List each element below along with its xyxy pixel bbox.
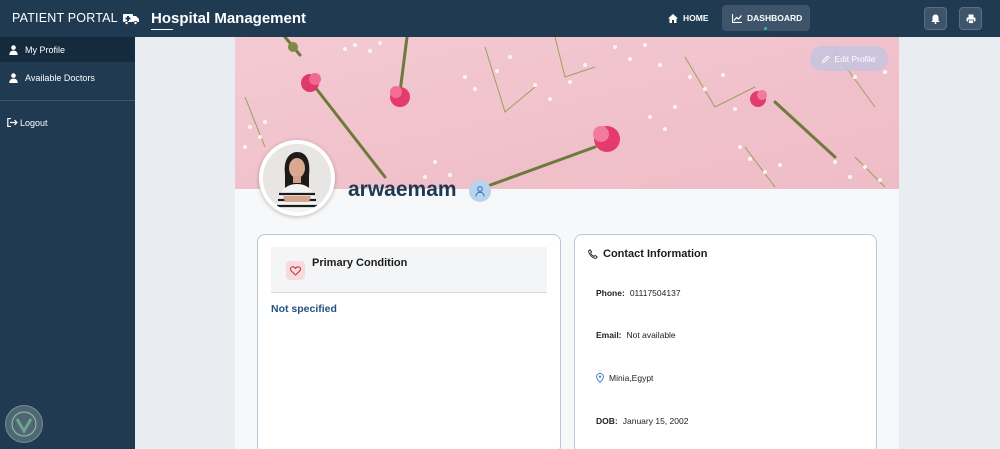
print-button[interactable] [959,7,982,30]
dob-row: DOB: January 15, 2002 [596,416,688,426]
edit-profile-label: Edit Profile [834,53,876,64]
heart-icon-box [286,261,305,280]
sidebar-divider [0,100,135,101]
app-logo [5,405,43,443]
email-value: Not available [626,330,676,340]
map-pin-icon [596,373,604,383]
condition-title: Primary Condition [312,257,408,269]
profile-card: Edit Profile arwaemam Primary Condition … [235,37,899,449]
sidebar-item-label: Available Doctors [25,72,95,83]
bell-icon [931,14,940,24]
nav-home-label: HOME [683,13,709,23]
active-indicator [764,27,767,30]
person-portrait [263,144,331,212]
primary-condition-panel: Primary Condition Not specified [257,234,561,449]
email-row: Email: Not available [596,330,676,340]
sidebar-item-my-profile[interactable]: My Profile [0,37,135,62]
app-title-text: Hospital Management [151,10,307,27]
phone-label: Phone: [596,288,625,298]
user-icon [9,44,18,55]
dob-value: January 15, 2002 [622,416,689,426]
chart-line-icon [732,13,742,23]
contact-info-panel: Contact Information Phone: 01117504137 E… [574,234,877,449]
user-badge [469,180,491,202]
floral-cover-art [235,37,899,189]
avatar[interactable] [259,140,335,216]
printer-icon [966,14,975,24]
top-navbar: PATIENT PORTAL Hospital Management HOME … [0,0,1000,37]
title-underline [151,29,173,30]
logout-label: Logout [20,117,48,128]
contact-title: Contact Information [588,248,708,260]
app-title[interactable]: Hospital Management [151,10,307,30]
condition-header: Primary Condition [271,247,547,293]
condition-value: Not specified [271,303,337,315]
sidebar-item-label: My Profile [25,44,66,55]
v-logo-icon [11,411,37,437]
location-row: Minia,Egypt [596,373,653,383]
nav-dashboard-link[interactable]: DASHBOARD [722,5,810,31]
nav-home-link[interactable]: HOME [660,6,717,30]
pencil-icon [822,54,831,63]
heart-icon [290,265,301,276]
edit-profile-button[interactable]: Edit Profile [810,46,888,71]
ambulance-icon [122,13,139,25]
phone-icon [588,249,598,259]
profile-username: arwaemam [348,178,457,201]
cover-image: Edit Profile [235,37,899,189]
notifications-button[interactable] [924,7,947,30]
user-icon [9,72,18,83]
main-content: Edit Profile arwaemam Primary Condition … [135,37,1000,449]
contact-title-text: Contact Information [603,248,708,260]
home-icon [668,13,678,23]
user-icon [475,185,485,197]
phone-row: Phone: 01117504137 [596,288,681,298]
sidebar: My Profile Available Doctors Logout [0,37,135,449]
location-value: Minia,Egypt [609,373,654,383]
sidebar-item-available-doctors[interactable]: Available Doctors [0,65,135,90]
dob-label: DOB: [596,416,618,426]
brand-label: PATIENT PORTAL [12,11,118,25]
phone-value: 01117504137 [629,288,681,298]
logout-icon [7,118,18,127]
avatar-photo [263,144,331,212]
email-label: Email: [596,330,622,340]
nav-dashboard-label: DASHBOARD [747,13,803,23]
brand[interactable]: PATIENT PORTAL [12,11,139,25]
logout-button[interactable]: Logout [0,110,135,135]
